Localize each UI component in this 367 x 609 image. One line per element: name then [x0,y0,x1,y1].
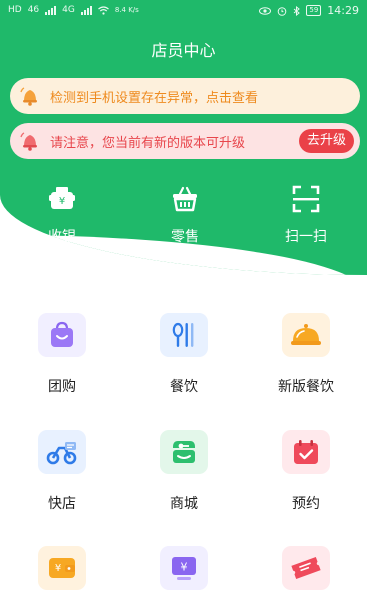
upgrade-button[interactable]: 去升级 [298,129,354,153]
status-left: HD 46 4G 8.4 K/s [8,5,139,15]
alarm-icon [278,6,287,16]
quick-action-label: 扫一扫 [285,229,327,245]
bell-warning-icon [20,87,37,106]
grid-item-label: 商城 [170,496,198,512]
grid-item-quick-store[interactable]: 快店 [12,430,112,513]
bell-alert-icon [20,132,37,151]
quick-action-scan[interactable]: 扫一扫 [256,183,356,246]
update-banner[interactable]: 请注意，您当前有新的版本可升级 去升级 [10,123,360,159]
grid-tile [282,546,330,590]
grid-tile [38,313,86,357]
settings-warning-banner[interactable]: 检测到手机设置存在异常，点击查看 [10,78,360,114]
svg-text:¥: ¥ [59,196,65,207]
svg-text:¥: ¥ [55,563,61,574]
wifi-icon [97,5,109,15]
status-bar: HD 46 4G 8.4 K/s 59 14:29 [0,0,367,26]
grid-item-mall[interactable]: 商城 [134,430,234,513]
svg-text:¥: ¥ [181,561,188,574]
settings-warning-text: 检测到手机设置存在异常，点击查看 [50,90,259,106]
hd-label: HD [8,5,22,15]
status-right: 59 14:29 [259,4,359,17]
grid-item-label: 预约 [292,496,320,512]
calendar-check-icon [294,440,318,464]
bluetooth-icon [294,5,301,16]
shopping-bag-icon [51,321,73,347]
grid-item-catering[interactable]: 餐饮 [134,313,234,396]
grid-item-group-buy[interactable]: 团购 [12,313,112,396]
update-text: 请注意，您当前有新的版本可升级 [50,135,246,151]
grid-item-label: 新版餐饮 [278,379,334,395]
eye-icon [259,6,272,15]
quick-action-label: 收银 [48,229,76,245]
quick-action-label: 零售 [171,229,199,245]
grid-item-label: 快店 [48,496,76,512]
signal-icon [45,5,57,15]
scan-icon [292,185,320,213]
grid-tile [282,313,330,357]
grid-item-label: 团购 [48,379,76,395]
grid-tile: ¥ [160,546,208,590]
clock: 14:29 [327,4,359,17]
battery-indicator: 59 [306,5,322,16]
utensils-icon [172,322,194,347]
network-speed: 8.4 K/s [114,6,139,14]
mall-store-icon [173,441,195,463]
signal-2-label: 4G [62,5,75,15]
grid-tile [160,430,208,474]
signal-2-icon [80,5,92,15]
yen-screen-icon: ¥ [172,557,196,580]
quick-action-retail[interactable]: 零售 [135,183,235,246]
basket-icon [173,186,197,212]
grid-tile [282,430,330,474]
grid-tile [38,430,86,474]
food-cloche-icon [291,324,321,345]
cash-register-icon: ¥ [49,187,75,209]
ticket-icon [291,556,321,580]
wallet-icon: ¥ [49,558,75,578]
signal-1-label: 46 [27,5,40,15]
grid-tile [160,313,208,357]
delivery-bike-icon [46,442,77,465]
grid-item-label: 餐饮 [170,379,198,395]
quick-action-cashier[interactable]: ¥ 收银 [12,183,112,246]
page-title: 店员中心 [151,41,216,60]
grid-item-new-catering[interactable]: 新版餐饮 [256,313,356,396]
grid-item-booking[interactable]: 预约 [256,430,356,513]
grid-tile: ¥ [38,546,86,590]
